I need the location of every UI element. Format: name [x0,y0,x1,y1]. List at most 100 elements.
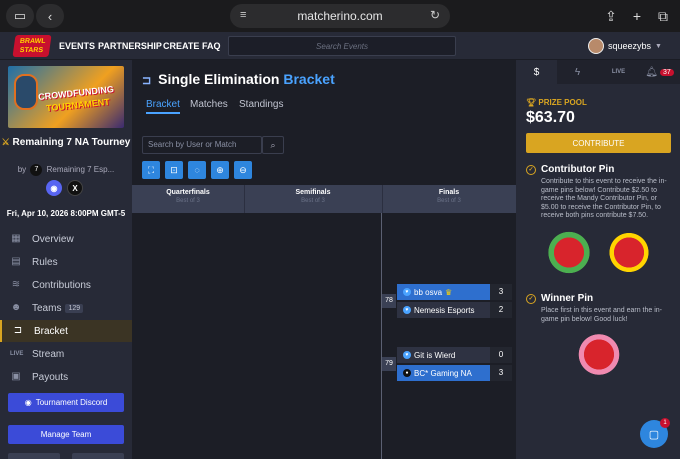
notification-badge: 37 [659,68,674,76]
grid-icon: ▦ [11,233,21,244]
contributor-pin-description: Contribute to this event to receive the … [541,178,667,220]
swords-icon: ⚔ [1,137,10,147]
avatar [588,38,604,54]
winner-pin-icon [574,332,624,382]
bracket-search-input[interactable]: Search by User or Match [142,136,262,154]
tab-activity[interactable]: ϟ [557,60,598,84]
match-team-row[interactable]: ♥ Nemesis Esports 2 [397,302,512,318]
tabs-overview-icon[interactable]: ⧉ [650,4,676,28]
events-search-input[interactable]: Search Events [228,36,456,56]
teams-count-badge: 129 [65,303,84,313]
nav-create[interactable]: CREATE [163,41,199,51]
brawl-stars-logo[interactable]: BRAWL STARS [12,35,52,57]
lightning-icon: ϟ [574,66,581,78]
username: squeezybs [608,41,652,51]
team-score: 3 [490,284,512,300]
tab-prize[interactable]: $ [516,60,557,84]
tournament-title: ⚔ Remaining 7 NA Tourney [1,137,131,148]
sidebar-item-rules[interactable]: ▤ Rules [0,251,132,273]
nav-events[interactable]: EVENTS [59,41,95,51]
team-icon: ♥ [403,288,411,296]
live-icon: LIVE [10,351,24,357]
fullscreen-icon[interactable]: ⛶ [142,161,160,179]
crown-icon: ♛ [445,287,453,297]
team-icon: ♥ [403,351,411,359]
bracket-panel: ⊐ Single Elimination Bracket Bracket Mat… [132,60,516,459]
rules-icon: ▤ [11,256,21,267]
bracket-icon: ⊐ [13,325,23,336]
chevron-down-icon: ▼ [655,42,662,50]
team-icon: ● [403,369,411,377]
payouts-icon: ▣ [11,371,21,382]
tournament-banner: CROWDFUNDING TOURNAMENT [8,66,124,128]
url-text: matcherino.com [297,9,383,23]
chat-badge: 1 [660,418,670,428]
prize-pool-label: 🏆︎ PRIZE POOL [526,98,587,107]
fit-view-icon[interactable]: ⊡ [165,161,183,179]
sidebar-toggle-icon[interactable]: ▭ [6,4,34,28]
tab-notifications[interactable]: 🔔︎ 37 [639,60,680,84]
chat-button[interactable]: ▢ 1 [640,418,670,448]
sidebar-item-stream[interactable]: LIVE Stream [0,343,132,365]
follow-button[interactable] [72,453,124,459]
zoom-in-icon[interactable]: ⊕ [211,161,229,179]
match-team-row[interactable]: ♥ Git is Wierd 0 [397,347,512,363]
nav-faq[interactable]: FAQ [202,41,221,51]
reload-icon[interactable]: ↻ [430,8,440,22]
event-date: Fri, Apr 10, 2026 8:00PM GMT-5 [6,209,126,218]
chat-icon: ▢ [648,428,660,441]
nav-partnership[interactable]: PARTNERSHIP [98,41,162,51]
organizer[interactable]: by 7 Remaining 7 Esp... [0,164,132,176]
tab-standings[interactable]: Standings [239,99,283,110]
match-number: 78 [382,294,396,308]
discord-icon[interactable]: ◉ [46,180,62,196]
teams-icon: ☻ [10,302,22,313]
address-bar[interactable]: ≡ matcherino.com ↻ [230,4,450,28]
trophy-icon: 🏆︎ [526,98,537,107]
discord-icon: ◉ [24,398,32,407]
zoom-out-icon[interactable]: ⊖ [234,161,252,179]
share-icon[interactable]: ⇪ [598,4,624,28]
search-icon[interactable]: ⌕ [262,136,284,154]
mandy-contributor-pin-icon [544,230,594,280]
organizer-logo: 7 [30,164,43,176]
prize-amount: $63.70 [526,109,575,126]
tab-live[interactable]: LIVE [598,60,639,84]
hide-icon[interactable]: ◌ [188,161,206,179]
contributor-pin-title: ✓ Contributor Pin [526,164,614,175]
round-semifinals: Semifinals Best of 3 [295,189,331,204]
team-icon: ♥ [403,306,411,314]
manage-team-button[interactable]: Manage Team [8,425,124,444]
tournament-discord-button[interactable]: ◉ Tournament Discord [8,393,124,412]
right-panel-tabs: $ ϟ LIVE 🔔︎ 37 [516,60,680,84]
sidebar-item-contributions[interactable]: ≋ Contributions [0,274,132,296]
live-icon: LIVE [611,69,626,75]
winner-pin-description: Place first in this event and earn the i… [541,307,663,323]
site-nav: BRAWL STARS EVENTS PARTNERSHIP CREATE FA… [0,32,680,60]
bracket-connector [381,213,382,459]
back-button[interactable]: ‹ [36,4,64,28]
check-circle-icon: ✓ [526,293,536,304]
team-score: 0 [490,347,512,363]
match-team-row[interactable]: ● BC* Gaming NA 3 [397,365,512,381]
share-button[interactable] [8,453,60,459]
bracket-icon: ⊐ [142,75,152,87]
team-score: 3 [490,365,512,381]
sidebar-item-bracket[interactable]: ⊐ Bracket [0,320,132,342]
sidebar-item-payouts[interactable]: ▣ Payouts [0,366,132,388]
new-tab-icon[interactable]: + [624,4,650,28]
contributor-pin-icon [604,230,654,280]
user-menu[interactable]: squeezybs ▼ [588,38,662,54]
tab-matches[interactable]: Matches [190,99,228,110]
x-twitter-icon[interactable]: X [67,180,83,196]
tab-bracket[interactable]: Bracket [146,99,180,114]
match-team-row[interactable]: ♥ bb osva ♛ 3 [397,284,512,300]
page-menu-icon[interactable]: ≡ [240,9,246,21]
browser-toolbar: ▭ ‹ ≡ matcherino.com ↻ ⇪ + ⧉ [0,0,680,32]
money-bag-icon: $ [533,66,540,78]
sidebar-item-teams[interactable]: ☻ Teams 129 [0,297,132,319]
contribute-button[interactable]: CONTRIBUTE [526,133,671,153]
sidebar-item-overview[interactable]: ▦ Overview [0,228,132,250]
robot-character-icon [14,74,38,110]
tournament-sidebar: CROWDFUNDING TOURNAMENT ⚔ Remaining 7 NA… [0,60,132,459]
